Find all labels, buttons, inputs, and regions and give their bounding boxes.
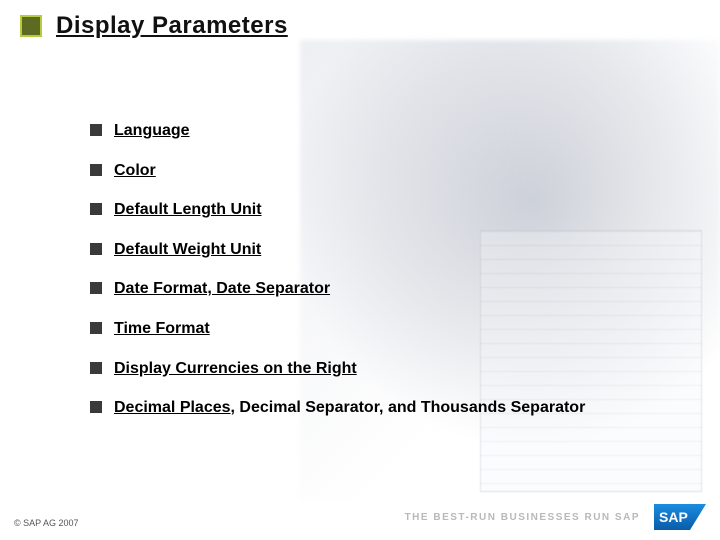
bullet-icon [90,124,102,136]
list-item-text: Default Length Unit [114,199,262,221]
slide: Display Parameters Language Color Default … [0,0,720,540]
title-row: Display Parameters [20,12,288,40]
list-item-text: Language [114,120,190,142]
bullet-icon [90,401,102,413]
list-item-text: Color [114,160,156,182]
parameter-list: Language Color Default Length Unit Default … [90,120,650,437]
footer-right: THE BEST-RUN BUSINESSES RUN SAP SAP [405,504,706,530]
list-item-text: Time Format [114,318,210,340]
bullet-icon [90,164,102,176]
sap-logo-text: SAP [659,509,688,525]
list-item: Color [90,160,650,182]
list-item: Default Length Unit [90,199,650,221]
list-item-text: Date Format, Date Separator [114,278,330,300]
list-item: Decimal Places, Decimal Separator, and T… [90,397,650,419]
list-item: Language [90,120,650,142]
list-item: Time Format [90,318,650,340]
tagline: THE BEST-RUN BUSINESSES RUN SAP [405,512,640,523]
bullet-icon [90,362,102,374]
copyright: © SAP AG 2007 [14,518,79,528]
sap-logo-icon: SAP [654,504,706,530]
page-title: Display Parameters [56,12,288,40]
list-item: Date Format, Date Separator [90,278,650,300]
list-item-text: Decimal Places, Decimal Separator, and T… [114,397,585,419]
bullet-icon [90,243,102,255]
list-item-text: Default Weight Unit [114,239,261,261]
list-item: Default Weight Unit [90,239,650,261]
title-bullet-icon [20,15,42,37]
bullet-icon [90,282,102,294]
list-item-text: Display Currencies on the Right [114,358,357,380]
list-item: Display Currencies on the Right [90,358,650,380]
bullet-icon [90,322,102,334]
bullet-icon [90,203,102,215]
